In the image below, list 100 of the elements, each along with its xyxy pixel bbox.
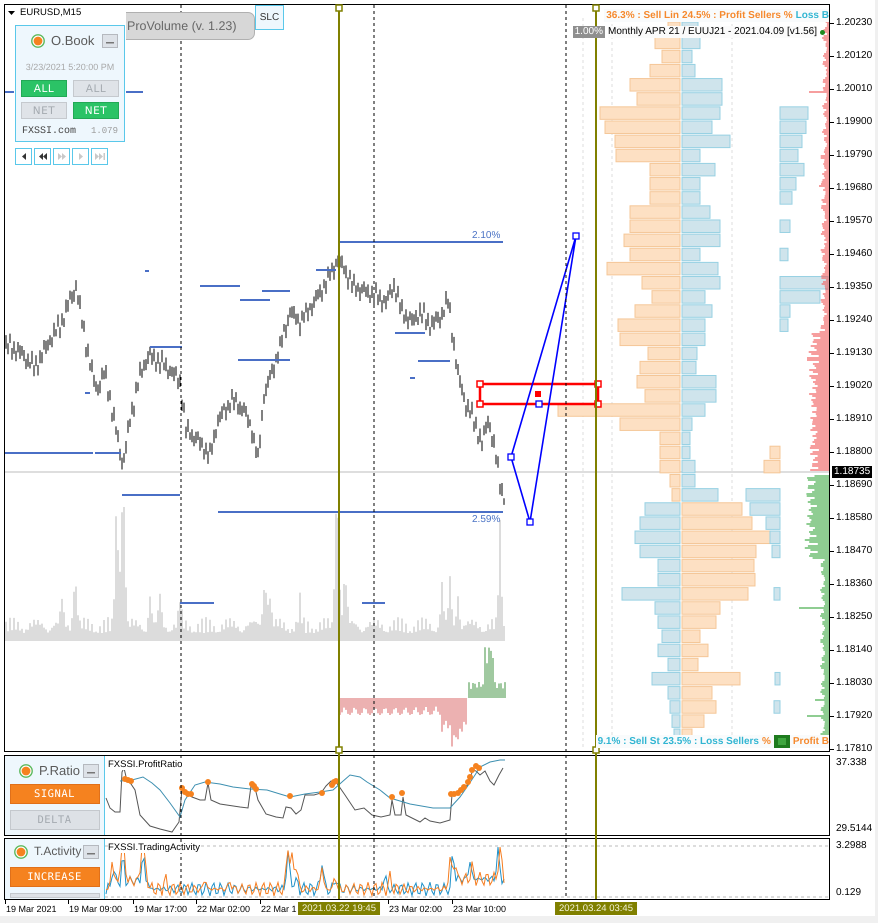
minimize-button[interactable] bbox=[83, 844, 99, 858]
price-axis-label: 1.17920 bbox=[836, 710, 872, 722]
price-axis-label: 1.19460 bbox=[836, 248, 872, 260]
order-level-line bbox=[200, 285, 240, 287]
level-percent-label: 2.10% bbox=[472, 230, 500, 242]
position-profile-bar bbox=[772, 544, 780, 558]
order-level-line bbox=[150, 346, 182, 348]
price-axis-label: 1.18250 bbox=[836, 611, 872, 623]
current-price-tag: 1.18735 bbox=[832, 466, 872, 478]
price-axis-label: 1.19020 bbox=[836, 380, 872, 392]
rewind-icon bbox=[38, 153, 46, 160]
position-profile-bar bbox=[780, 191, 792, 205]
ratio-label: 23.5% : Loss Sellers bbox=[662, 735, 759, 748]
price-axis-label: 1.20010 bbox=[836, 83, 872, 95]
order-level-line bbox=[362, 602, 385, 604]
time-marker-tag: 2021.03.22 19:45 bbox=[298, 902, 380, 915]
panel-title: O.Book bbox=[51, 33, 94, 48]
time-axis-label: 22 Mar 02:00 bbox=[197, 904, 250, 915]
price-axis-label: 1.20230 bbox=[836, 17, 872, 29]
price-axis-label: 1.18690 bbox=[836, 479, 872, 491]
price-axis-label: 1.18140 bbox=[836, 644, 872, 656]
minimize-button[interactable] bbox=[102, 34, 118, 48]
mode-button[interactable]: INCREASE bbox=[10, 867, 100, 887]
ratio-label: 36.3% : Sell Lin bbox=[606, 9, 680, 22]
price-axis-label: 1.18580 bbox=[836, 512, 872, 524]
caret-icon[interactable] bbox=[8, 11, 15, 15]
position-profile-bar bbox=[780, 134, 802, 148]
price-axis-label: 1.19900 bbox=[836, 116, 872, 128]
minimize-button[interactable] bbox=[83, 764, 99, 778]
scale-label: 3.2988 bbox=[836, 840, 867, 852]
signal-marker bbox=[319, 790, 325, 796]
order-level-line bbox=[240, 299, 270, 301]
filter-toggle-button[interactable]: ALL bbox=[73, 80, 119, 97]
time-axis-label: 19 Mar 09:00 bbox=[69, 904, 122, 915]
mode-button[interactable]: DELTA bbox=[10, 810, 100, 830]
order-level-line bbox=[126, 91, 143, 93]
price-axis-label: 1.19790 bbox=[836, 149, 872, 161]
status-dot-icon bbox=[19, 764, 33, 778]
minimize-icon bbox=[87, 853, 95, 854]
price-axis-label: 1.19240 bbox=[836, 314, 872, 326]
position-profile-bar bbox=[780, 318, 788, 332]
position-profile-bar bbox=[780, 120, 806, 134]
order-level-line bbox=[180, 602, 214, 604]
minimize-icon bbox=[87, 772, 95, 774]
price-axis-label: 1.19130 bbox=[836, 347, 872, 359]
signal-marker bbox=[287, 793, 293, 799]
version-number: 1.079 bbox=[90, 126, 118, 136]
price-axis-label: 1.19680 bbox=[836, 182, 872, 194]
order-level-line bbox=[316, 269, 336, 271]
position-profile-bar bbox=[774, 587, 780, 601]
positive-delta-histogram bbox=[468, 646, 506, 699]
slc-button[interactable]: SLC bbox=[255, 5, 284, 30]
indicator-tab[interactable]: ProVolume (v. 1.23) bbox=[126, 12, 255, 40]
order-level-line bbox=[95, 452, 121, 454]
timestamp: 3/23/2021 5:20:00 PM bbox=[26, 62, 114, 72]
position-profile-bar bbox=[780, 248, 788, 262]
position-profile-bar bbox=[774, 672, 780, 686]
site-name: FXSSI.com bbox=[22, 126, 76, 137]
rewind-button[interactable] bbox=[34, 148, 51, 165]
ratio-label: 9.1% : Sell St bbox=[598, 735, 660, 748]
scale-label: 29.5144 bbox=[836, 823, 872, 835]
filter-toggle-button[interactable]: NET bbox=[21, 102, 67, 119]
time-axis-label: 22 Mar 1 bbox=[261, 904, 297, 915]
position-profile-bar bbox=[770, 530, 780, 544]
time-marker-tag: 2021.03.24 03:45 bbox=[555, 902, 637, 915]
filter-toggle-button[interactable]: NET bbox=[73, 102, 119, 119]
play-icon bbox=[78, 153, 82, 160]
ratio-tag: 1.00% bbox=[572, 26, 605, 38]
filter-toggle-button[interactable]: ALL bbox=[21, 80, 67, 97]
price-axis-label: 1.18910 bbox=[836, 413, 872, 425]
step-back-button[interactable] bbox=[15, 148, 32, 165]
status-dot-icon bbox=[14, 844, 28, 858]
time-axis-label: 23 Mar 10:00 bbox=[453, 904, 506, 915]
position-profile-bar bbox=[780, 219, 790, 233]
time-axis-label: 23 Mar 02:00 bbox=[389, 904, 442, 915]
ratio-label: 24.5% : Profit Sellers % bbox=[682, 9, 793, 22]
ratio-label: % bbox=[762, 735, 771, 748]
price-axis-label: 1.18360 bbox=[836, 578, 872, 590]
level-percent-label: 2.59% bbox=[472, 514, 500, 526]
order-level-line bbox=[418, 360, 450, 362]
price-axis-label: 1.17810 bbox=[836, 743, 872, 755]
ratio-label: Loss B bbox=[796, 9, 829, 22]
fast-forward-icon bbox=[58, 153, 66, 160]
order-level-line bbox=[395, 332, 425, 334]
symbol-title: EURUSD,M15 bbox=[20, 7, 82, 19]
order-level-line bbox=[238, 359, 290, 361]
panel-title: T.Activity bbox=[34, 844, 82, 859]
indicator-name: FXSSI.TradingActivity bbox=[108, 842, 200, 853]
time-axis-label: 19 Mar 17:00 bbox=[134, 904, 188, 915]
price-axis-label: 1.18030 bbox=[836, 677, 872, 689]
panel-title: P.Ratio bbox=[39, 763, 80, 778]
time-axis-label: 19 Mar 2021 bbox=[6, 904, 57, 915]
price-axis-label: 1.18800 bbox=[836, 446, 872, 458]
skip-to-end-icon bbox=[94, 153, 104, 160]
ratio-label: Profit B bbox=[792, 735, 829, 748]
minimize-icon bbox=[106, 42, 114, 44]
scale-label: 0.129 bbox=[836, 887, 862, 899]
mode-button[interactable]: SIGNAL bbox=[10, 784, 100, 804]
position-profile-bar bbox=[780, 148, 798, 162]
price-axis-label: 1.19350 bbox=[836, 281, 872, 293]
